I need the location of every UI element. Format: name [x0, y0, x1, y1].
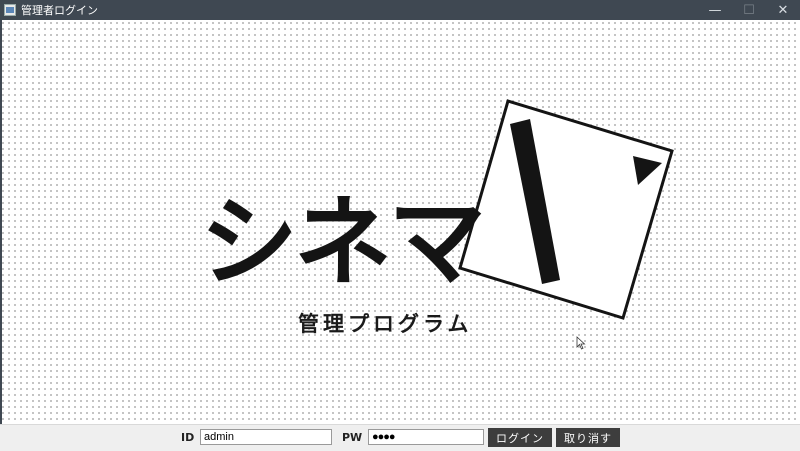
cinema-logo: シネマ [200, 99, 674, 320]
mouse-pointer-icon [576, 336, 586, 350]
cancel-button[interactable]: 取り消す [556, 428, 620, 447]
logo-text: シネマ [200, 186, 482, 300]
logo-subtitle: 管理プログラム [298, 312, 473, 336]
password-input[interactable] [368, 429, 484, 445]
id-label: ID [181, 431, 195, 444]
login-button[interactable]: ログイン [488, 428, 552, 447]
id-input[interactable] [200, 429, 332, 445]
ticket-stub-icon [458, 99, 674, 320]
login-bar: ID PW ログイン 取り消す [0, 424, 800, 451]
pw-label: PW [342, 431, 363, 444]
